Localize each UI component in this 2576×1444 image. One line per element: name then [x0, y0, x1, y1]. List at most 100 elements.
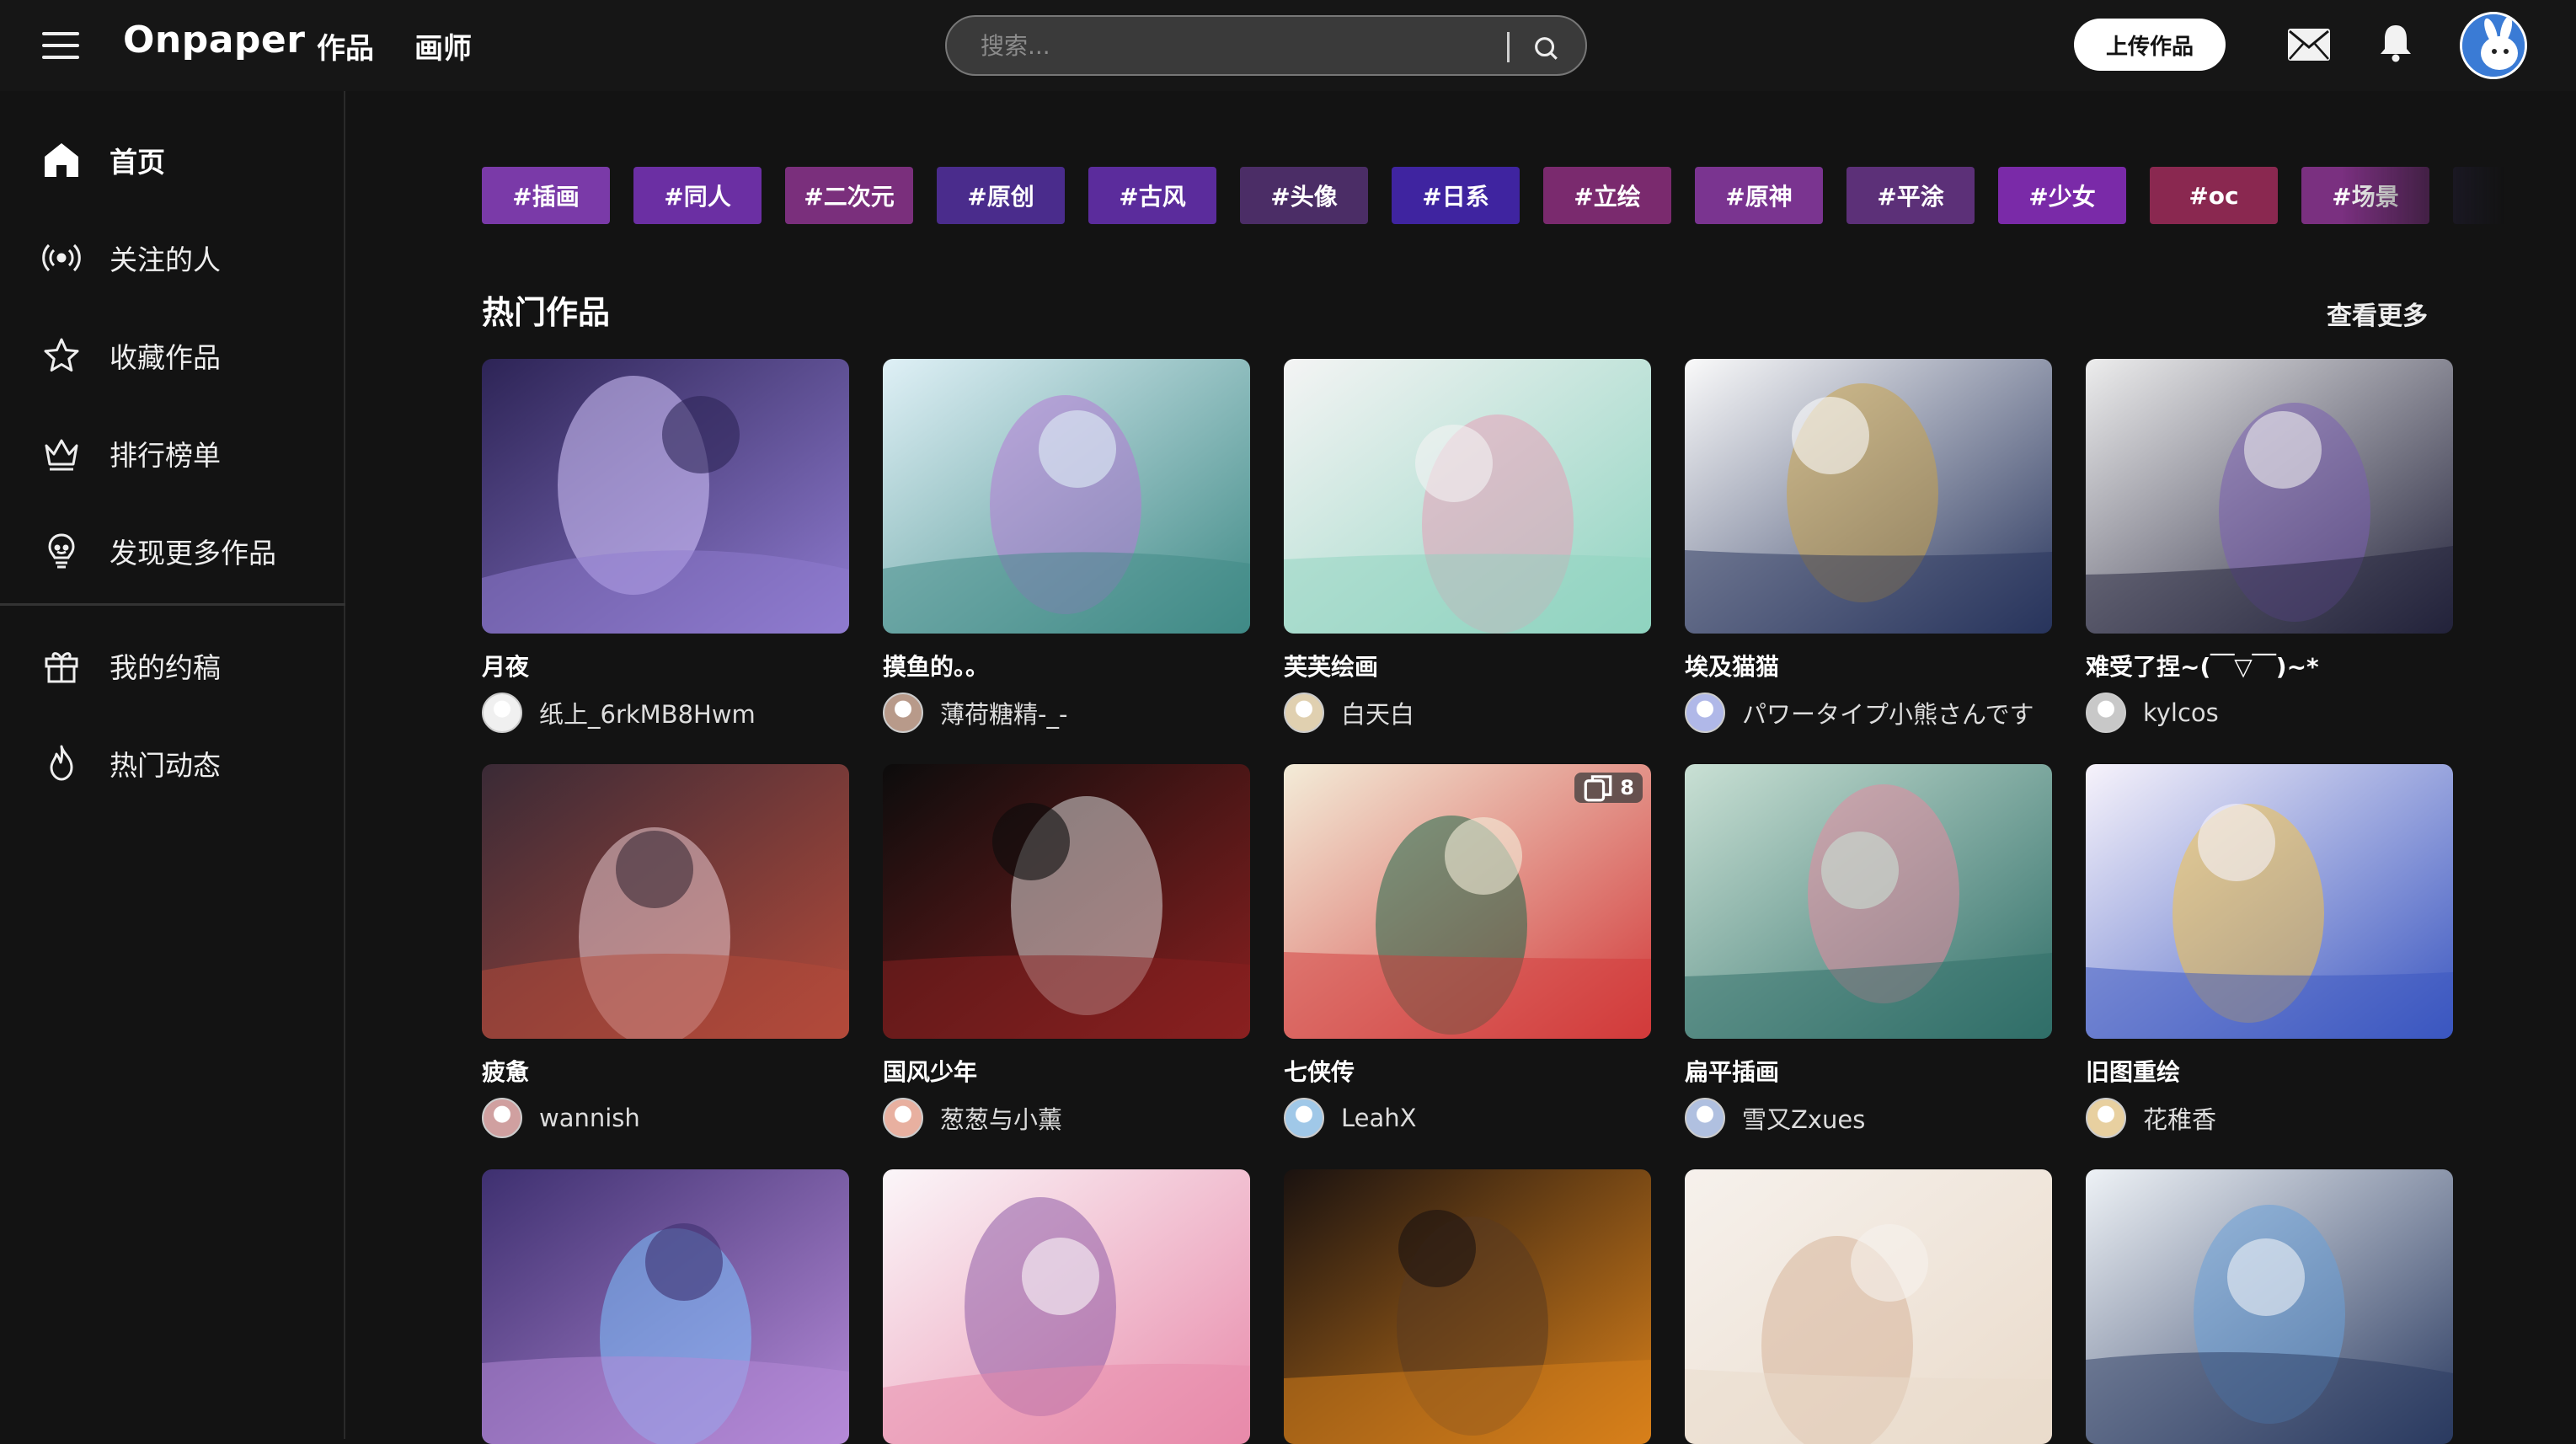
work-thumbnail[interactable] — [482, 359, 849, 634]
sidebar-item-home[interactable]: 首页 — [42, 133, 165, 187]
work-card[interactable] — [2086, 1169, 2453, 1444]
work-thumbnail[interactable] — [883, 1169, 1250, 1444]
author-name[interactable]: LeahX — [1341, 1104, 1417, 1132]
tag-chip[interactable]: #原创 — [937, 167, 1065, 224]
author-avatar[interactable] — [2086, 1098, 2126, 1138]
tag-chip[interactable]: #头像 — [1240, 167, 1368, 224]
work-card[interactable]: 疲惫 wannish — [482, 764, 849, 1138]
work-thumbnail[interactable] — [2086, 1169, 2453, 1444]
sidebar-item-discover[interactable]: 发现更多作品 — [42, 524, 276, 578]
work-title[interactable]: 七侠传 — [1284, 1054, 1355, 1088]
work-card[interactable]: 芙芙绘画 白天白 — [1284, 359, 1651, 733]
search-icon[interactable] — [1531, 34, 1560, 62]
sidebar-item-commissions[interactable]: 我的约稿 — [42, 639, 221, 693]
work-thumbnail[interactable] — [482, 1169, 849, 1444]
work-thumbnail[interactable] — [1685, 359, 2052, 634]
tag-chip[interactable]: #立绘 — [1543, 167, 1671, 224]
tag-chip[interactable]: #原神 — [1695, 167, 1823, 224]
author-name[interactable]: 纸上_6rkMB8Hwm — [539, 695, 756, 730]
author-name[interactable]: 白天白 — [1341, 695, 1414, 730]
work-card[interactable] — [883, 1169, 1250, 1444]
work-thumbnail[interactable] — [883, 764, 1250, 1039]
upload-button[interactable]: 上传作品 — [2074, 19, 2226, 71]
mail-icon[interactable] — [2288, 29, 2330, 61]
tag-chip[interactable]: #古风 — [1088, 167, 1216, 224]
work-card[interactable]: 摸鱼的。。 薄荷糖精-_- — [883, 359, 1250, 733]
work-card[interactable] — [1284, 1169, 1651, 1444]
author-name[interactable]: 花稚香 — [2143, 1100, 2216, 1136]
author-avatar[interactable] — [883, 1098, 923, 1138]
author-name[interactable]: kylcos — [2143, 698, 2219, 727]
tag-chip[interactable]: #二次元 — [785, 167, 913, 224]
work-author[interactable]: パワータイプ小熊さんです — [1685, 693, 2034, 733]
work-thumbnail[interactable] — [1685, 1169, 2052, 1444]
work-author[interactable]: 花稚香 — [2086, 1098, 2216, 1138]
tag-chip[interactable]: #同人 — [633, 167, 762, 224]
author-avatar[interactable] — [482, 1098, 522, 1138]
work-card[interactable] — [482, 1169, 849, 1444]
author-name[interactable]: 雪又Zxues — [1742, 1100, 1865, 1136]
author-name[interactable]: wannish — [539, 1104, 640, 1132]
bell-icon[interactable] — [2379, 24, 2413, 62]
work-title[interactable]: 难受了捏~(￣▽￣)~* — [2086, 649, 2319, 682]
tag-chip[interactable]: #日系 — [1392, 167, 1520, 224]
sidebar-item-ranking[interactable]: 排行榜单 — [42, 426, 221, 480]
work-title[interactable]: 国风少年 — [883, 1054, 977, 1088]
work-card[interactable] — [1685, 1169, 2052, 1444]
user-avatar[interactable] — [2460, 12, 2527, 79]
work-author[interactable]: 白天白 — [1284, 693, 1414, 733]
work-thumbnail[interactable] — [883, 359, 1250, 634]
work-thumbnail[interactable] — [1284, 1169, 1651, 1444]
work-title[interactable]: 芙芙绘画 — [1284, 649, 1378, 682]
work-thumbnail[interactable] — [1685, 764, 2052, 1039]
work-card[interactable]: 扁平插画 雪又Zxues — [1685, 764, 2052, 1138]
author-avatar[interactable] — [1685, 693, 1725, 733]
sidebar-item-following[interactable]: 关注的人 — [42, 231, 221, 285]
menu-icon[interactable] — [42, 29, 79, 62]
author-avatar[interactable] — [883, 693, 923, 733]
logo[interactable]: Onpaper — [123, 19, 305, 62]
work-author[interactable]: kylcos — [2086, 693, 2219, 733]
work-thumbnail[interactable] — [2086, 764, 2453, 1039]
author-avatar[interactable] — [1284, 693, 1324, 733]
work-title[interactable]: 旧图重绘 — [2086, 1054, 2180, 1088]
author-avatar[interactable] — [2086, 693, 2126, 733]
work-card[interactable]: 埃及猫猫 パワータイプ小熊さんです — [1685, 359, 2052, 733]
work-card[interactable]: 8 七侠传 LeahX — [1284, 764, 1651, 1138]
sidebar-item-favorites[interactable]: 收藏作品 — [42, 329, 221, 382]
work-author[interactable]: 薄荷糖精-_- — [883, 693, 1067, 733]
tag-chip[interactable]: #少女 — [1998, 167, 2126, 224]
search-input[interactable] — [981, 29, 1503, 62]
work-card[interactable]: 旧图重绘 花稚香 — [2086, 764, 2453, 1138]
work-author[interactable]: 纸上_6rkMB8Hwm — [482, 693, 756, 733]
author-name[interactable]: 薄荷糖精-_- — [940, 695, 1067, 730]
work-title[interactable]: 摸鱼的。。 — [883, 649, 989, 682]
author-name[interactable]: パワータイプ小熊さんです — [1742, 695, 2034, 730]
work-thumbnail[interactable] — [2086, 359, 2453, 634]
tag-chip[interactable]: #场景 — [2301, 167, 2429, 224]
see-more-link[interactable]: 查看更多 — [2327, 295, 2428, 332]
work-thumbnail[interactable] — [482, 764, 849, 1039]
nav-works[interactable]: 作品 — [317, 25, 374, 67]
author-avatar[interactable] — [1685, 1098, 1725, 1138]
work-card[interactable]: 国风少年 葱葱与小薰 — [883, 764, 1250, 1138]
tag-chip[interactable]: #平涂 — [1846, 167, 1975, 224]
tag-chip[interactable]: #oc — [2150, 167, 2278, 224]
work-title[interactable]: 疲惫 — [482, 1054, 529, 1088]
work-card[interactable]: 月夜 纸上_6rkMB8Hwm — [482, 359, 849, 733]
author-avatar[interactable] — [482, 693, 522, 733]
work-author[interactable]: 葱葱与小薰 — [883, 1098, 1062, 1138]
work-title[interactable]: 扁平插画 — [1685, 1054, 1779, 1088]
work-author[interactable]: 雪又Zxues — [1685, 1098, 1865, 1138]
tag-chip[interactable]: #插画 — [482, 167, 610, 224]
work-card[interactable]: 难受了捏~(￣▽￣)~* kylcos — [2086, 359, 2453, 733]
work-author[interactable]: wannish — [482, 1098, 640, 1138]
work-title[interactable]: 月夜 — [482, 649, 529, 682]
work-thumbnail[interactable]: 8 — [1284, 764, 1651, 1039]
author-name[interactable]: 葱葱与小薰 — [940, 1100, 1062, 1136]
tag-chip[interactable] — [2453, 167, 2504, 224]
work-author[interactable]: LeahX — [1284, 1098, 1417, 1138]
nav-artists[interactable]: 画师 — [414, 25, 472, 67]
author-avatar[interactable] — [1284, 1098, 1324, 1138]
work-title[interactable]: 埃及猫猫 — [1685, 649, 1779, 682]
